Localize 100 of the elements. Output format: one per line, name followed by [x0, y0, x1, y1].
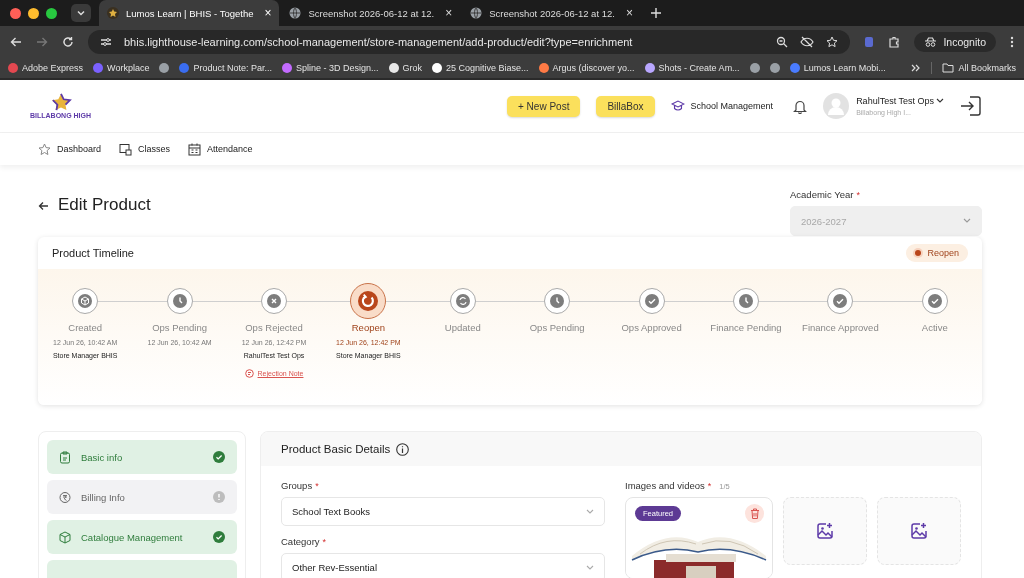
step-label: Ops Pending	[529, 322, 585, 333]
clipboard-icon	[59, 450, 71, 464]
step-label: Ops Rejected	[245, 322, 303, 333]
browser-tab[interactable]: Lumos Learn | BHIS - Togethe ×	[99, 0, 280, 26]
star-icon[interactable]	[826, 36, 839, 48]
sync-icon	[455, 294, 470, 308]
clock-icon	[550, 294, 565, 308]
logout-icon[interactable]	[960, 95, 982, 117]
chevron-down-icon	[76, 8, 86, 18]
nav-link[interactable]: Dashboard	[38, 142, 102, 156]
all-bookmarks-button[interactable]: All Bookmarks	[942, 63, 1016, 73]
incognito-button[interactable]: Incognito	[914, 32, 996, 52]
note-icon	[244, 369, 254, 378]
add-image-icon	[816, 522, 834, 540]
star-logo-icon	[107, 7, 119, 19]
refresh-icon	[358, 291, 379, 311]
info-icon[interactable]	[396, 442, 410, 456]
chevron-down-icon	[586, 508, 594, 515]
minimize-window-icon[interactable]	[28, 7, 39, 19]
section-item[interactable]: Basic info	[47, 440, 237, 474]
step-label: Finance Pending	[710, 322, 782, 333]
cube-icon	[59, 530, 71, 544]
field-label: Category	[281, 536, 320, 547]
trash-icon	[749, 508, 760, 519]
step-label: Ops Pending	[152, 322, 208, 333]
chevron-down-icon	[936, 98, 944, 104]
bookmark[interactable]: Lumos Learn Mobi...	[789, 63, 886, 73]
step-label: Updated	[444, 322, 481, 333]
site-settings-icon[interactable]	[100, 36, 112, 48]
user-name[interactable]: RahulTest Test Ops	[856, 96, 934, 106]
required-mark: *	[856, 190, 860, 200]
field-label: Images and videos	[625, 480, 705, 491]
folder-icon	[942, 63, 955, 73]
new-tab-icon[interactable]	[650, 8, 661, 18]
star-icon	[38, 142, 51, 156]
required-mark: *	[322, 537, 327, 547]
browser-tab[interactable]: Screenshot 2026-06-12 at 12. ×	[281, 0, 461, 26]
zoom-icon[interactable]	[776, 36, 789, 48]
bookmark[interactable]: Spline - 3D Design...	[281, 63, 379, 73]
more-icon[interactable]	[1010, 36, 1014, 48]
puzzle-icon[interactable]	[888, 36, 901, 48]
rupee-icon	[59, 490, 71, 504]
clock-icon	[172, 294, 187, 308]
step-label: Created	[68, 322, 103, 333]
reload-icon[interactable]	[62, 36, 74, 48]
section-item[interactable]: Billing Info	[47, 480, 237, 514]
bookmark[interactable]: 25 Cognitive Biase...	[432, 63, 529, 73]
close-tab-button[interactable]: ×	[445, 6, 453, 20]
browser-tab[interactable]: Screenshot 2026-06-12 at 12. ×	[462, 0, 641, 26]
close-icon	[267, 294, 281, 308]
close-window-icon[interactable]	[10, 7, 21, 19]
address-bar[interactable]: bhis.lighthouse-learning.com/school-management/store-management/add-product/edit?type=enrichment	[88, 30, 851, 54]
board-icon	[119, 142, 133, 156]
select-field[interactable]: Other Rev-Essential	[281, 553, 605, 578]
bookmark-icon[interactable]	[769, 63, 780, 73]
select-field[interactable]: School Text Books	[281, 497, 605, 526]
bookmark[interactable]: Argus (discover yo...	[538, 63, 635, 73]
cube-icon	[78, 294, 93, 308]
chevron-down-icon	[963, 218, 971, 224]
check-icon	[213, 451, 225, 463]
field-label: Groups	[281, 480, 313, 491]
maximize-window-icon[interactable]	[46, 7, 57, 19]
check-icon	[644, 294, 659, 308]
bookmark[interactable]: Shots - Create Am...	[644, 63, 740, 73]
step-label: Active	[921, 322, 948, 333]
tab-search-button[interactable]	[71, 4, 91, 22]
field-label: Academic Year	[790, 189, 854, 200]
bookmark[interactable]: Adobe Express	[8, 63, 84, 73]
eye-slash-icon[interactable]	[800, 36, 815, 48]
school-management-link[interactable]: School Management	[670, 100, 774, 112]
header-button[interactable]: + New Post	[507, 95, 581, 117]
bookmark[interactable]: Workplace	[93, 63, 150, 73]
bookmark-icon[interactable]	[749, 63, 760, 73]
nav-link[interactable]: Attendance	[188, 142, 253, 156]
close-tab-button[interactable]: ×	[625, 6, 633, 20]
status-badge: Reopen	[906, 244, 968, 262]
clock-icon	[739, 294, 753, 308]
close-tab-button[interactable]: ×	[264, 6, 272, 20]
warning-icon	[213, 491, 225, 503]
chevron-icon[interactable]	[911, 63, 922, 73]
chevron-down-icon	[586, 564, 594, 571]
header-button[interactable]: BillaBox	[596, 95, 655, 117]
page-title: Edit Product	[58, 195, 151, 215]
check-icon	[213, 531, 225, 543]
section-item[interactable]: Catalogue Management	[47, 520, 237, 554]
bookmark-icon[interactable]	[159, 63, 170, 73]
back-icon[interactable]	[38, 201, 49, 211]
step-label: Ops Approved	[621, 322, 682, 333]
bookmark[interactable]: Product Note: Par...	[179, 63, 272, 73]
bookmark[interactable]: Grok	[388, 63, 422, 73]
incognito-icon	[924, 37, 938, 47]
required-mark: *	[707, 481, 712, 491]
notification-icon[interactable]	[793, 98, 808, 114]
check-icon	[927, 294, 942, 308]
step-label: Reopen	[351, 322, 386, 333]
nav-link[interactable]: Classes	[119, 142, 171, 156]
calendar-icon	[188, 142, 202, 156]
delete-button[interactable]	[745, 504, 764, 523]
globe-icon	[289, 7, 302, 19]
step-label: Finance Approved	[802, 322, 879, 333]
